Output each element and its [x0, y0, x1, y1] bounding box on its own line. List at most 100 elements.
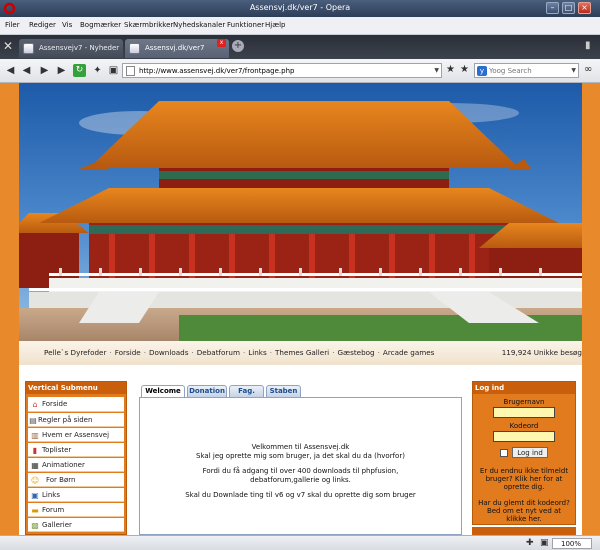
login-title: Log ind — [473, 382, 575, 394]
chevron-down-icon[interactable]: ▼ — [571, 67, 576, 74]
vertical-submenu-panel: Vertical Submenu ⌂ Forside ▤ Regler på sid… — [25, 381, 127, 535]
book-icon: ▥ — [31, 431, 39, 440]
submenu-item-for-born[interactable]: ☺ For Børn — [28, 473, 124, 487]
tab-bar: ✕ Assensvejv7 - Nyheder Assensvj.dk/ver7… — [0, 35, 600, 59]
submenu-item-label: Animationer — [42, 461, 85, 469]
document-icon: ▤ — [29, 416, 37, 425]
bookmark-star-icon[interactable]: ★ — [460, 64, 469, 75]
banner-image — [19, 83, 582, 341]
address-bar[interactable]: http://www.assensvej.dk/ver7/frontpage.p… — [122, 63, 442, 78]
puzzle-icon[interactable]: ✚ — [526, 538, 534, 548]
wand-icon[interactable]: ✦ — [91, 64, 104, 77]
username-field[interactable] — [493, 407, 555, 418]
submenu-list: ⌂ Forside ▤ Regler på siden ▥ Hvem er Assen… — [26, 394, 126, 532]
rewind-icon[interactable]: ◀ — [20, 64, 33, 77]
site-nav-links: Pelle`s Dyrefoder · Forside · Downloads · Deba… — [44, 348, 434, 357]
url-text: http://www.assensvej.dk/ver7/frontpage.p… — [139, 67, 295, 75]
submenu-item-links[interactable]: ▣ Links — [28, 488, 124, 502]
bookmark-star-icon[interactable]: ★ — [446, 64, 455, 75]
search-box[interactable]: y ▼ — [474, 63, 579, 78]
submenu-item-hvem[interactable]: ▥ Hvem er Assensvej — [28, 428, 124, 442]
trash-icon[interactable]: ▮ — [585, 40, 591, 51]
menu-nyhedskanaler[interactable]: Nyhedskanaler — [173, 21, 225, 29]
navigation-toolbar: ◀ ◀ ▶ ▶ ↻ ✦ ▣ http://www.assensvej.dk/ve… — [0, 59, 600, 83]
welcome-line: Fordi du få adgang til over 400 download… — [202, 467, 399, 475]
username-label: Brugernavn — [503, 398, 545, 406]
site-nav-bar: Pelle`s Dyrefoder · Forside · Downloads · Deba… — [19, 341, 582, 365]
remember-me-checkbox[interactable] — [500, 448, 509, 457]
password-label: Kodeord — [509, 422, 539, 430]
nav-separator: · — [109, 348, 112, 357]
tab-frontpage[interactable]: Assensvj.dk/ver7 x — [125, 39, 229, 58]
maximize-button[interactable]: □ — [562, 2, 575, 14]
nav-link-links[interactable]: Links — [248, 348, 266, 357]
menu-skaermbrikker[interactable]: Skærmbrikker — [124, 21, 173, 29]
menu-rediger[interactable]: Rediger — [29, 21, 56, 29]
submenu-item-label: Forum — [42, 506, 65, 514]
glasses-icon[interactable]: ∞ — [584, 64, 592, 75]
minimize-button[interactable]: – — [546, 2, 559, 14]
page-icon[interactable]: ▣ — [107, 64, 120, 77]
submenu-item-forside[interactable]: ⌂ Forside — [28, 397, 124, 412]
welcome-heading: Velkommen til Assensvej.dk — [251, 443, 350, 451]
tab-staben[interactable]: Staben — [266, 385, 301, 397]
nav-separator: · — [377, 348, 380, 357]
close-window-button[interactable]: × — [578, 2, 591, 14]
menu-vis[interactable]: Vis — [62, 21, 72, 29]
tab-label: Assensvj.dk/ver7 — [145, 44, 205, 52]
nav-link-forside[interactable]: Forside — [115, 348, 141, 357]
menu-hjaelp[interactable]: Hjælp — [265, 21, 285, 29]
window-title: Assensvj.dk/ver7 - Opera — [249, 3, 351, 12]
submenu-item-gallerier[interactable]: ▩ Gallerier — [28, 518, 124, 532]
submenu-item-regler[interactable]: ▤ Regler på siden — [28, 413, 124, 427]
yoog-search-icon[interactable]: y — [477, 66, 487, 76]
login-form: Brugernavn Kodeord Log ind Er du endnu i… — [473, 398, 575, 523]
menu-filer[interactable]: Filer — [5, 21, 20, 29]
submenu-title: Vertical Submenu — [26, 382, 126, 394]
register-link[interactable]: Er du endnu ikke tilmeldt bruger? Klik h… — [473, 467, 575, 491]
menu-funktioner[interactable]: Funktioner — [227, 21, 264, 29]
search-input[interactable] — [489, 65, 569, 76]
submenu-item-label: Toplister — [42, 446, 72, 454]
nav-link-themes-galleri[interactable]: Themes Galleri — [275, 348, 329, 357]
menu-bar: Filer Rediger Vis Bogmærker Skærmbrikker… — [0, 17, 600, 35]
page-favicon-icon — [129, 43, 140, 54]
tab-donation[interactable]: Donation — [187, 385, 227, 397]
submenu-item-forum[interactable]: ▬ Forum — [28, 503, 124, 517]
login-panel: Log ind Brugernavn Kodeord Log ind Er du… — [472, 381, 576, 525]
chart-icon: ▮ — [32, 446, 38, 455]
back-icon[interactable]: ◀ — [4, 64, 17, 77]
fast-forward-icon[interactable]: ▶ — [55, 64, 68, 77]
tab-label: Assensvejv7 - Nyheder — [39, 44, 120, 52]
page-favicon-icon — [23, 43, 34, 54]
forward-icon[interactable]: ▶ — [38, 64, 51, 77]
reload-icon[interactable]: ↻ — [73, 64, 86, 77]
nav-link-debatforum[interactable]: Debatforum — [197, 348, 240, 357]
nav-link-arcade-games[interactable]: Arcade games — [383, 348, 434, 357]
nav-link-downloads[interactable]: Downloads — [149, 348, 188, 357]
password-field[interactable] — [493, 431, 555, 442]
new-tab-button[interactable]: + — [232, 40, 244, 52]
tab-nyheder[interactable]: Assensvejv7 - Nyheder — [19, 39, 123, 58]
submenu-item-label: Hvem er Assensvej — [42, 431, 110, 439]
forum-icon: ▬ — [31, 506, 39, 515]
menu-bogmaerker[interactable]: Bogmærker — [80, 21, 121, 29]
content-area: Welcome Donation Fag. Staben Velkommen t… — [139, 383, 462, 535]
login-button[interactable]: Log ind — [512, 447, 548, 458]
film-icon: ▦ — [31, 461, 39, 470]
zoom-level[interactable]: 100% — [552, 538, 592, 549]
chevron-down-icon[interactable]: ▼ — [434, 67, 439, 74]
forgot-password-link[interactable]: Har du glemt dit kodeord? Bed om et nyt … — [473, 499, 575, 523]
close-tab-icon[interactable]: x — [217, 39, 226, 47]
tools-icon[interactable]: ✕ — [3, 40, 16, 53]
submenu-item-toplister[interactable]: ▮ Toplister — [28, 443, 124, 457]
page-viewport: Pelle`s Dyrefoder · Forside · Downloads · Deba… — [0, 83, 600, 535]
nav-link-dyrefoder[interactable]: Pelle`s Dyrefoder — [44, 348, 106, 357]
nav-separator: · — [269, 348, 273, 357]
camera-icon[interactable]: ▣ — [540, 538, 549, 548]
nav-separator: · — [191, 348, 194, 357]
tab-fag[interactable]: Fag. — [229, 385, 264, 397]
submenu-item-animationer[interactable]: ▦ Animationer — [28, 458, 124, 472]
nav-link-gaestebog[interactable]: Gæstebog — [337, 348, 374, 357]
next-panel-header — [472, 527, 576, 535]
